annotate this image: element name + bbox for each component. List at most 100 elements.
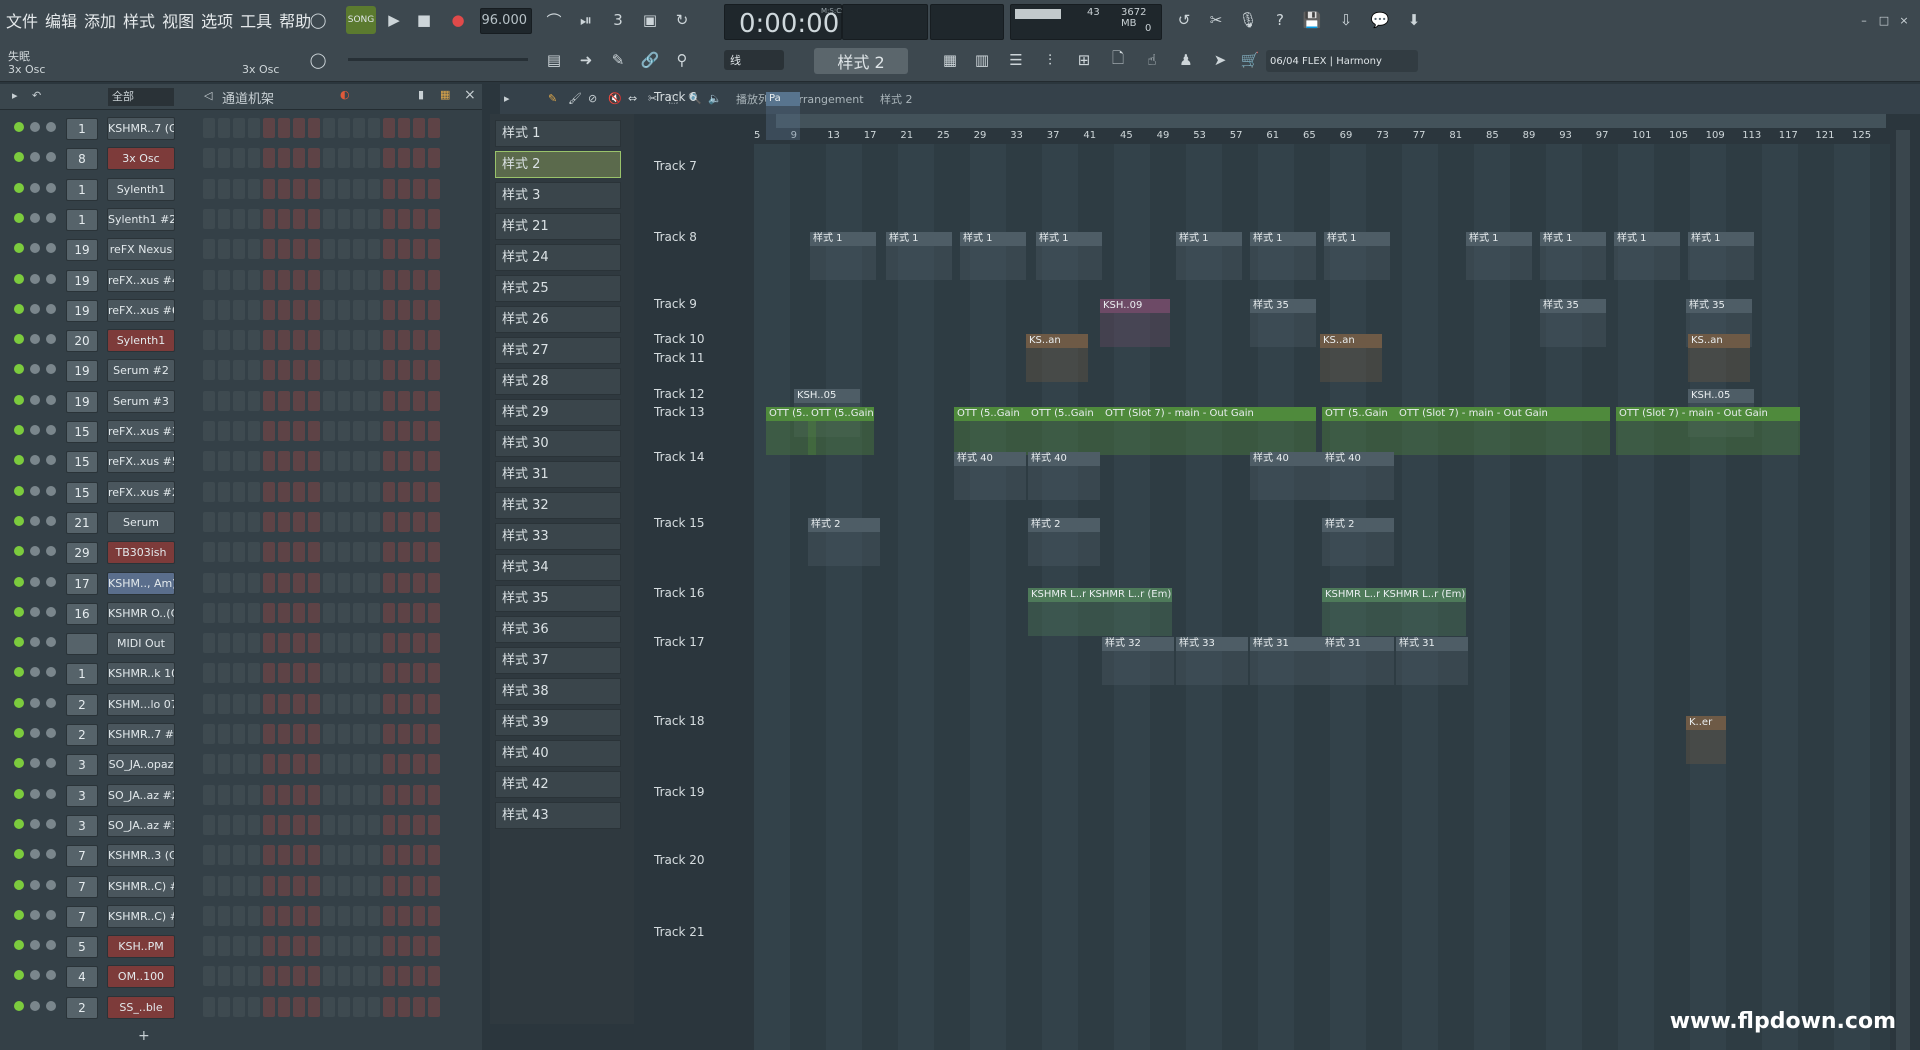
step-button[interactable] [338, 299, 350, 320]
channel-led-icon[interactable] [14, 728, 24, 738]
step-button[interactable] [368, 966, 380, 987]
step-button[interactable] [233, 299, 245, 320]
step-button[interactable] [203, 208, 215, 229]
channel-volume-knob[interactable] [46, 697, 56, 708]
step-button[interactable] [398, 724, 410, 744]
step-button[interactable] [278, 875, 290, 896]
step-button[interactable] [293, 875, 305, 896]
channel-volume-knob[interactable] [46, 758, 56, 769]
track-header[interactable]: Track 20 [652, 853, 752, 867]
step-button[interactable] [383, 724, 395, 744]
step-button[interactable] [248, 905, 260, 926]
step-button[interactable] [413, 663, 425, 684]
step-button[interactable] [218, 966, 230, 987]
channel-led-icon[interactable] [14, 455, 24, 466]
step-button[interactable] [428, 572, 440, 593]
step-button[interactable] [233, 996, 245, 1017]
cart-icon[interactable]: 🛒 [1236, 46, 1264, 74]
mixer-icon[interactable]: ☰ [1002, 46, 1030, 74]
step-button[interactable] [338, 905, 350, 926]
step-button[interactable] [368, 148, 380, 169]
step-button[interactable] [338, 330, 350, 351]
step-button[interactable] [308, 814, 320, 835]
playlist-clip[interactable]: 样式 1 [1466, 232, 1532, 246]
step-button[interactable] [218, 451, 230, 472]
menu-item[interactable]: 文件 [6, 8, 38, 32]
channel-name-button[interactable]: SS_..ble [107, 995, 175, 1019]
step-button[interactable] [233, 875, 245, 896]
channel-mixer-track[interactable]: 1 [66, 118, 98, 140]
step-button[interactable] [428, 118, 440, 138]
step-button[interactable] [383, 693, 395, 714]
step-button[interactable] [413, 966, 425, 987]
step-button[interactable] [353, 724, 365, 744]
channel-row[interactable]: 4 OM..100 [8, 962, 468, 990]
channel-name-button[interactable]: KSHMR..7 #2 [107, 723, 175, 746]
channel-mixer-track[interactable]: 15 [66, 451, 98, 474]
step-button[interactable] [278, 814, 290, 835]
playlist-clip[interactable]: 样式 1 [1036, 232, 1102, 246]
channel-mixer-track[interactable]: 19 [66, 390, 98, 413]
pattern-item[interactable]: 样式 36 [495, 616, 621, 643]
step-button[interactable] [383, 239, 395, 260]
step-button[interactable] [353, 118, 365, 138]
step-button[interactable] [293, 208, 305, 229]
bar-ruler[interactable]: 5 9 13 17 21 25 29 33 37 41 45 49 53 57 61 65 69 73 77 81 85… [754, 130, 1890, 144]
playlist-clip[interactable]: 样式 1 [1176, 232, 1242, 246]
metronome-icon[interactable]: ⌒ [540, 6, 568, 34]
step-button[interactable] [323, 360, 335, 381]
step-button[interactable] [398, 148, 410, 169]
step-button[interactable] [413, 633, 425, 654]
channel-pan-knob[interactable] [30, 212, 40, 223]
step-button[interactable] [338, 148, 350, 169]
step-button[interactable] [308, 542, 320, 563]
step-button[interactable] [338, 542, 350, 563]
channel-pan-knob[interactable] [30, 849, 40, 860]
channel-led-icon[interactable] [14, 122, 24, 132]
step-button[interactable] [308, 299, 320, 320]
step-button[interactable] [233, 208, 245, 229]
track-header[interactable]: Track 7 [652, 159, 752, 173]
playlist-clip[interactable]: 样式 33 [1176, 637, 1248, 651]
playlist-clip[interactable]: K..er [1686, 716, 1726, 730]
channel-led-icon[interactable] [14, 212, 24, 223]
playlist-clip[interactable]: 样式 40 [954, 452, 1026, 466]
channel-row[interactable]: 2 KSHM...lo 07 [8, 690, 468, 718]
playlist-clip[interactable]: 样式 1 [1614, 232, 1680, 246]
step-button[interactable] [263, 148, 275, 169]
channel-volume-knob[interactable] [46, 334, 56, 345]
channel-pan-knob[interactable] [30, 637, 40, 648]
blend-icon[interactable]: ▣ [636, 6, 664, 34]
step-button[interactable] [338, 663, 350, 684]
channel-led-icon[interactable] [14, 364, 24, 375]
step-button[interactable] [263, 511, 275, 532]
step-button[interactable] [278, 936, 290, 957]
step-button[interactable] [428, 602, 440, 623]
step-button[interactable] [353, 572, 365, 593]
track-header[interactable]: Track 17 [652, 635, 752, 649]
channel-row[interactable]: 3 SO_JA..az #2 [8, 781, 468, 809]
step-button[interactable] [278, 542, 290, 563]
delete-tool-icon[interactable]: ⊘ [588, 92, 597, 105]
track-header[interactable]: Track 11 [652, 351, 752, 365]
step-button[interactable] [368, 118, 380, 138]
step-button[interactable] [218, 178, 230, 199]
step-button[interactable] [323, 481, 335, 502]
channel-led-icon[interactable] [14, 849, 24, 860]
channel-pan-knob[interactable] [30, 728, 40, 738]
rack-close-icon[interactable]: × [464, 87, 476, 103]
step-button[interactable] [308, 360, 320, 381]
step-button[interactable] [383, 390, 395, 411]
step-button[interactable] [398, 269, 410, 290]
step-button[interactable] [203, 724, 215, 744]
song-mode-button[interactable]: SONG [346, 6, 376, 34]
channel-mixer-track[interactable]: 3 [66, 814, 98, 837]
step-button[interactable] [428, 845, 440, 866]
step-button[interactable] [263, 118, 275, 138]
step-button[interactable] [248, 633, 260, 654]
step-button[interactable] [278, 481, 290, 502]
countdown-icon[interactable]: 3 [604, 6, 632, 34]
step-button[interactable] [428, 178, 440, 199]
channel-led-icon[interactable] [14, 152, 24, 163]
channel-row[interactable]: 17 KSHM.., Am) [8, 569, 468, 597]
